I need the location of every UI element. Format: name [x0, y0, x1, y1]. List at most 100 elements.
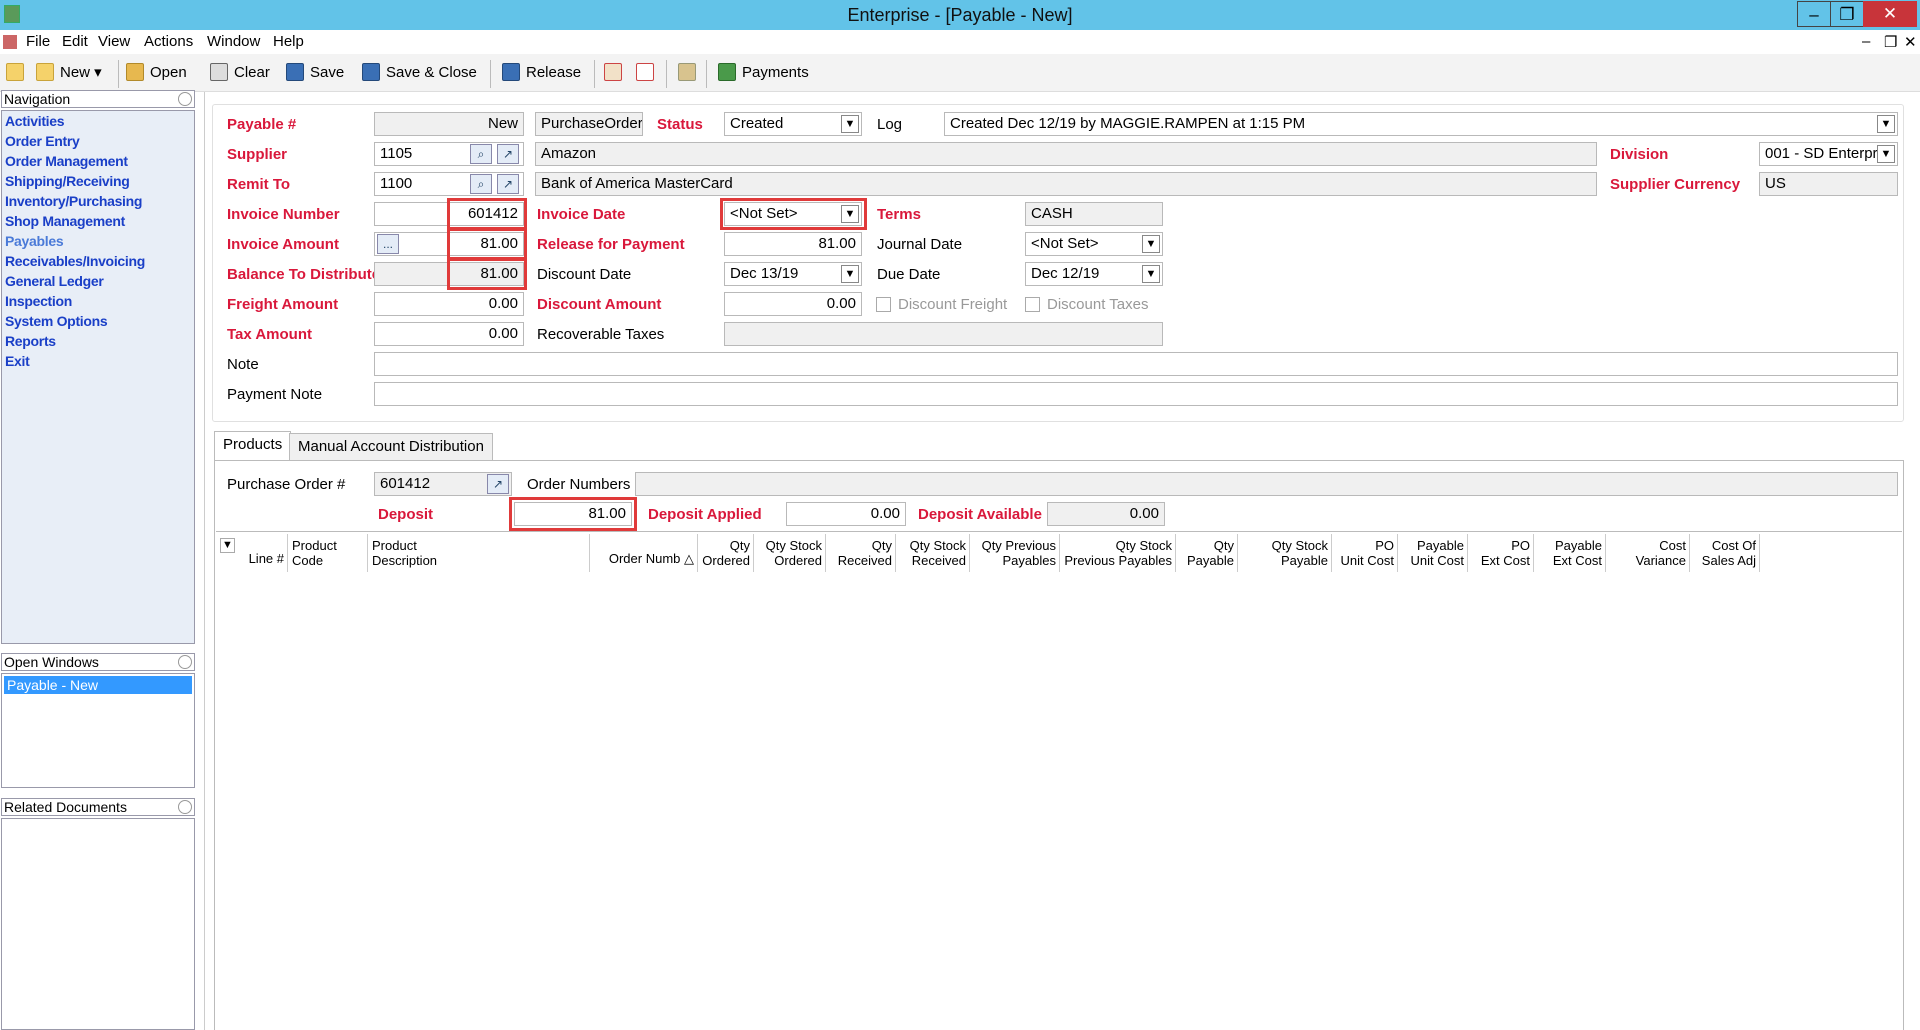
- discount-amount-label: Discount Amount: [537, 296, 662, 313]
- column-header[interactable]: Qty Received: [826, 534, 896, 572]
- save-close-label: Save & Close: [386, 64, 477, 81]
- discount-amount-field[interactable]: 0.00: [724, 292, 862, 316]
- invoice-amount-details-button[interactable]: ...: [377, 234, 399, 254]
- chevron-down-icon[interactable]: ▼: [1142, 265, 1160, 283]
- panel-options-icon[interactable]: [178, 800, 192, 814]
- mdi-restore-icon[interactable]: ❐: [1884, 33, 1897, 51]
- checklist-icon[interactable]: [604, 62, 628, 84]
- status-select[interactable]: Created ▼: [724, 112, 862, 136]
- payable-number-label: Payable #: [227, 116, 297, 133]
- task-check-icon[interactable]: [636, 62, 660, 84]
- nav-shipping-receiving[interactable]: Shipping/Receiving: [2, 171, 194, 191]
- chevron-down-icon[interactable]: ▼: [1877, 115, 1895, 133]
- invoice-number-label: Invoice Number: [227, 206, 340, 223]
- column-header[interactable]: PO Unit Cost: [1332, 534, 1398, 572]
- discount-freight-checkbox[interactable]: [876, 297, 891, 312]
- tab-manual-account-distribution[interactable]: Manual Account Distribution: [289, 433, 493, 461]
- floppy-icon: [286, 63, 304, 81]
- supplier-search-icon[interactable]: ⌕: [470, 144, 492, 164]
- column-header[interactable]: Product Code: [288, 534, 368, 572]
- column-header[interactable]: Qty Stock Previous Payables: [1060, 534, 1176, 572]
- remit-name-field: Bank of America MasterCard: [535, 172, 1597, 196]
- release-button[interactable]: Release: [502, 62, 581, 84]
- column-header[interactable]: Order Numb △: [590, 534, 698, 572]
- nav-order-management[interactable]: Order Management: [2, 151, 194, 171]
- column-header[interactable]: Qty Stock Ordered: [754, 534, 826, 572]
- column-header-line2: Received: [837, 553, 892, 568]
- paperclip-icon[interactable]: [678, 62, 702, 84]
- journal-date-select[interactable]: <Not Set> ▼: [1025, 232, 1163, 256]
- freight-amount-field[interactable]: 0.00: [374, 292, 524, 316]
- release-for-payment-field[interactable]: 81.00: [724, 232, 862, 256]
- chevron-down-icon[interactable]: ▼: [1877, 145, 1895, 163]
- mdi-close-icon[interactable]: ✕: [1904, 33, 1917, 51]
- payment-note-field[interactable]: [374, 382, 1898, 406]
- column-header[interactable]: Qty Payable: [1176, 534, 1238, 572]
- chevron-down-icon[interactable]: ▼: [1142, 235, 1160, 253]
- journal-date-label: Journal Date: [877, 236, 963, 253]
- tab-products[interactable]: Products: [214, 431, 292, 461]
- menu-edit[interactable]: Edit: [62, 33, 88, 50]
- restore-button[interactable]: ❐: [1830, 1, 1864, 27]
- panel-options-icon[interactable]: [178, 655, 192, 669]
- eraser-icon: [210, 63, 228, 81]
- tax-amount-field[interactable]: 0.00: [374, 322, 524, 346]
- column-header[interactable]: Cost Of Sales Adj: [1690, 534, 1760, 572]
- deposit-applied-field[interactable]: 0.00: [786, 502, 906, 526]
- nav-payables[interactable]: Payables: [2, 231, 194, 251]
- discount-taxes-checkbox[interactable]: [1025, 297, 1040, 312]
- column-header[interactable]: Qty Stock Received: [896, 534, 970, 572]
- supplier-link-icon[interactable]: ↗: [497, 144, 519, 164]
- nav-reports[interactable]: Reports: [2, 331, 194, 351]
- new-doc-icon[interactable]: [6, 62, 30, 84]
- remit-link-icon[interactable]: ↗: [497, 174, 519, 194]
- nav-system-options[interactable]: System Options: [2, 311, 194, 331]
- nav-receivables-invoicing[interactable]: Receivables/Invoicing: [2, 251, 194, 271]
- division-select[interactable]: 001 - SD Enterpr ▼: [1759, 142, 1898, 166]
- remit-search-icon[interactable]: ⌕: [470, 174, 492, 194]
- column-header[interactable]: Payable Unit Cost: [1398, 534, 1468, 572]
- note-field[interactable]: [374, 352, 1898, 376]
- column-header[interactable]: Payable Ext Cost: [1534, 534, 1606, 572]
- panel-options-icon[interactable]: [178, 92, 192, 106]
- menu-actions[interactable]: Actions: [144, 33, 193, 50]
- menu-window[interactable]: Window: [207, 33, 260, 50]
- log-select[interactable]: Created Dec 12/19 by MAGGIE.RAMPEN at 1:…: [944, 112, 1898, 136]
- nav-shop-management[interactable]: Shop Management: [2, 211, 194, 231]
- column-header[interactable]: Qty Stock Payable: [1238, 534, 1332, 572]
- nav-order-entry[interactable]: Order Entry: [2, 131, 194, 151]
- open-button[interactable]: Open: [126, 62, 187, 84]
- discount-date-select[interactable]: Dec 13/19 ▼: [724, 262, 862, 286]
- mdi-minimize-icon[interactable]: –: [1862, 33, 1870, 50]
- purchase-order-button[interactable]: PurchaseOrder: [535, 112, 643, 136]
- chevron-down-icon[interactable]: ▼: [841, 265, 859, 283]
- grid-select-all-checkbox[interactable]: ▼: [220, 538, 235, 553]
- app-menu-icon[interactable]: [3, 35, 17, 49]
- save-button[interactable]: Save: [286, 62, 344, 84]
- menu-file[interactable]: File: [26, 33, 50, 50]
- column-header[interactable]: PO Ext Cost: [1468, 534, 1534, 572]
- column-header[interactable]: Cost Variance: [1626, 534, 1690, 572]
- open-window-item[interactable]: Payable - New: [4, 676, 192, 694]
- column-header[interactable]: Qty Ordered: [698, 534, 754, 572]
- nav-exit[interactable]: Exit: [2, 351, 194, 371]
- close-button[interactable]: ✕: [1863, 1, 1917, 27]
- column-header[interactable]: Line #: [240, 534, 288, 572]
- menu-view[interactable]: View: [98, 33, 130, 50]
- nav-inventory-purchasing[interactable]: Inventory/Purchasing: [2, 191, 194, 211]
- column-header-line1: Qty Previous: [981, 538, 1056, 553]
- clear-button[interactable]: Clear: [210, 62, 270, 84]
- minimize-button[interactable]: –: [1797, 1, 1831, 27]
- due-date-select[interactable]: Dec 12/19 ▼: [1025, 262, 1163, 286]
- menu-help[interactable]: Help: [273, 33, 304, 50]
- nav-activities[interactable]: Activities: [2, 111, 194, 131]
- save-close-button[interactable]: Save & Close: [362, 62, 477, 84]
- nav-general-ledger[interactable]: General Ledger: [2, 271, 194, 291]
- purchase-order-link-icon[interactable]: ↗: [487, 474, 509, 494]
- column-header[interactable]: Qty Previous Payables: [970, 534, 1060, 572]
- nav-inspection[interactable]: Inspection: [2, 291, 194, 311]
- chevron-down-icon[interactable]: ▼: [841, 115, 859, 133]
- column-header[interactable]: Product Description: [368, 534, 590, 572]
- payments-button[interactable]: Payments: [718, 62, 809, 84]
- new-button[interactable]: New ▾: [36, 62, 102, 84]
